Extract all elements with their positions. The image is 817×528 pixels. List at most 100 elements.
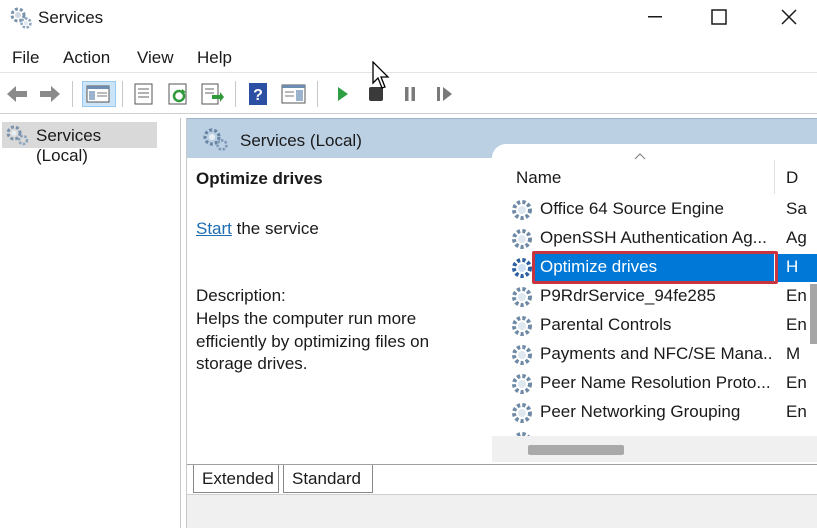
export-list-button[interactable] (198, 81, 226, 107)
service-row[interactable]: Office 64 Source Engine Sa (492, 196, 817, 224)
properties-icon (134, 83, 153, 105)
start-line-suffix: the service (231, 219, 319, 238)
service-description: H (786, 257, 799, 276)
service-gear-icon (510, 372, 536, 401)
console-tree: Services (Local) (0, 118, 181, 528)
maximize-icon (711, 9, 727, 25)
description-label: Description: (196, 286, 286, 305)
forward-icon (40, 86, 60, 102)
toolbar-separator (317, 81, 318, 107)
service-gear-icon (510, 198, 536, 227)
service-row[interactable]: Parental Controls En (492, 312, 817, 340)
services-main-pane: Services (Local) Optimize drives Start t… (186, 118, 817, 528)
service-name: Office 64 Source Engine (540, 199, 724, 218)
toolbar: ? (0, 72, 817, 114)
service-name: Peer Networking Grouping (540, 402, 741, 421)
toolbar-separator (122, 81, 123, 107)
help-button[interactable]: ? (244, 81, 272, 107)
menu-help[interactable]: Help (197, 48, 232, 68)
service-name: P9RdrService_94fe285 (540, 286, 716, 305)
description-text: Helps the computer run more efficiently … (196, 309, 430, 373)
service-description: En (786, 402, 807, 421)
service-description: Ag (786, 228, 807, 247)
service-name: Peer Name Resolution Proto... (540, 373, 771, 392)
sort-ascending-icon (634, 153, 646, 160)
tree-item-services-local[interactable]: Services (Local) (2, 122, 157, 165)
main-header-title: Services (Local) (240, 131, 362, 150)
menu-view[interactable]: View (137, 48, 174, 68)
service-row[interactable]: P9RdrService_94fe285 En (492, 283, 817, 311)
show-action-pane-button[interactable] (279, 81, 307, 107)
service-row-partial[interactable] (492, 428, 817, 436)
column-header-description[interactable]: D (786, 168, 798, 188)
service-description: M (786, 344, 801, 363)
services-gear-icon (201, 127, 229, 156)
start-service-link[interactable]: Start (196, 219, 232, 238)
close-icon (781, 9, 797, 25)
start-line: Start the service (196, 219, 319, 239)
description-pane: Optimize drives Start the service Descri… (187, 158, 492, 463)
svg-text:?: ? (253, 87, 263, 104)
minimize-button[interactable] (627, 0, 683, 34)
restart-icon (437, 87, 452, 101)
service-row[interactable]: Peer Name Resolution Proto... En (492, 370, 817, 398)
service-gear-icon (510, 285, 536, 314)
tree-item-label: Services (Local) (36, 126, 102, 165)
minimize-icon (648, 16, 662, 18)
service-description: En (786, 373, 807, 392)
toolbar-separator (72, 81, 73, 107)
selected-service-title: Optimize drives (196, 169, 323, 188)
properties-button[interactable] (130, 81, 158, 107)
menu-bar: File Action View Help (0, 44, 817, 72)
service-gear-icon (510, 314, 536, 343)
console-tree-icon (86, 85, 110, 103)
column-separator[interactable] (774, 160, 775, 194)
start-service-button[interactable] (328, 81, 356, 107)
service-row[interactable]: Peer Networking Grouping En (492, 399, 817, 427)
vertical-scrollbar-thumb[interactable] (810, 284, 817, 344)
pause-service-button[interactable] (396, 81, 424, 107)
column-header-name[interactable]: Name (516, 168, 561, 188)
services-list: Name D Office 64 Source Engine Sa OpenSS… (492, 144, 817, 464)
export-list-icon (201, 83, 224, 105)
service-name: Parental Controls (540, 315, 672, 334)
services-gear-icon (4, 124, 30, 151)
service-name: Payments and NFC/SE Mana... (540, 344, 772, 363)
annotation-highlight-box (532, 251, 778, 284)
service-name: OpenSSH Authentication Ag... (540, 228, 767, 247)
services-gear-icon (9, 6, 33, 30)
service-description: Sa (786, 199, 807, 218)
service-row[interactable]: OpenSSH Authentication Ag... Ag (492, 225, 817, 253)
menu-action[interactable]: Action (63, 48, 110, 68)
window-title: Services (38, 8, 104, 27)
action-pane-icon (281, 84, 306, 104)
mouse-cursor-icon (372, 60, 392, 96)
help-icon: ? (249, 83, 267, 105)
service-gear-icon (510, 401, 536, 430)
horizontal-scrollbar[interactable] (492, 436, 817, 462)
tab-label: Standard (292, 469, 361, 488)
refresh-icon (168, 83, 187, 105)
view-tabs: Extended Standard (187, 464, 817, 494)
status-bar (187, 494, 817, 528)
service-row-selected[interactable]: Optimize drives H (492, 251, 817, 284)
maximize-button[interactable] (691, 0, 747, 34)
back-button[interactable] (3, 81, 31, 107)
show-hide-console-tree-button[interactable] (82, 81, 116, 107)
tab-label: Extended (202, 469, 274, 488)
tab-extended[interactable]: Extended (193, 465, 279, 493)
back-icon (7, 86, 27, 102)
service-row[interactable]: Payments and NFC/SE Mana... M (492, 341, 817, 369)
horizontal-scrollbar-thumb[interactable] (528, 445, 624, 455)
toolbar-separator (235, 81, 236, 107)
restart-service-button[interactable] (430, 81, 458, 107)
title-bar: Services (0, 0, 817, 38)
pause-icon (405, 87, 415, 101)
refresh-button[interactable] (165, 81, 193, 107)
close-button[interactable] (761, 0, 817, 34)
play-icon (338, 87, 348, 101)
forward-button[interactable] (36, 81, 64, 107)
service-gear-icon (510, 343, 536, 372)
menu-file[interactable]: File (12, 48, 39, 68)
tab-standard[interactable]: Standard (283, 465, 373, 493)
